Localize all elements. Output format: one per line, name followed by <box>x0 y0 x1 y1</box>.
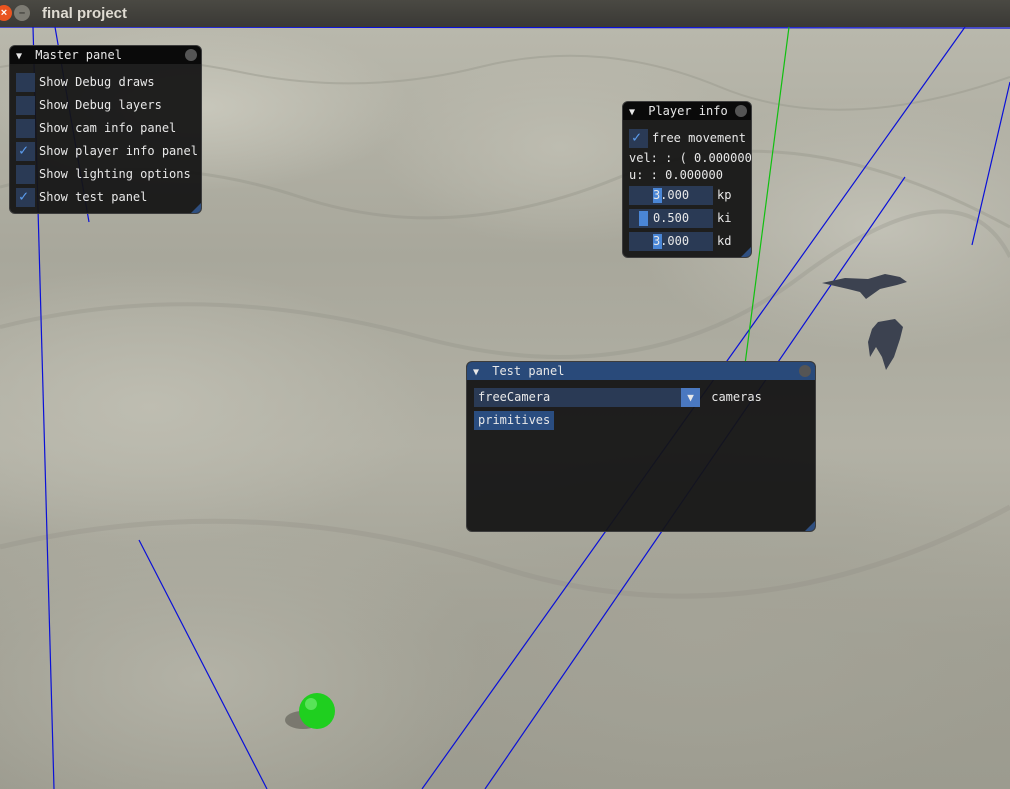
test-panel-titlebar[interactable]: ▼ Test panel <box>467 362 815 380</box>
slider-value: 3.000 <box>652 188 690 202</box>
close-icon[interactable] <box>735 105 747 117</box>
checkmark-icon: ✓ <box>19 187 29 205</box>
sphere-object <box>299 693 335 729</box>
triangle-down-icon[interactable]: ▼ <box>473 364 485 382</box>
resize-grip[interactable] <box>805 521 815 531</box>
ki-slider[interactable]: 0.500 <box>629 209 713 228</box>
kp-row: 3.000 kp <box>629 186 731 205</box>
checkbox-label: free movement <box>652 131 746 145</box>
debug-line <box>971 81 1010 246</box>
close-icon[interactable] <box>185 49 197 61</box>
test-panel-title: Test panel <box>492 364 565 378</box>
checkbox-box[interactable]: ✓ <box>629 128 648 148</box>
triangle-down-icon[interactable]: ▼ <box>681 388 700 407</box>
checkbox-box[interactable]: ✓ <box>16 141 35 161</box>
master-panel: ▼ Master panel Show Debug draws Show Deb… <box>9 45 202 214</box>
kd-label: kd <box>717 234 732 248</box>
checkmark-icon: ✓ <box>632 128 642 146</box>
primitives-button[interactable]: primitives <box>474 411 555 430</box>
checkbox-show-player-info[interactable]: ✓ Show player info panel <box>16 141 198 161</box>
checkmark-icon: ✓ <box>19 141 29 159</box>
primitives-row: primitives <box>474 411 555 430</box>
kd-slider[interactable]: 3.000 <box>629 232 713 251</box>
resize-grip[interactable] <box>191 203 201 213</box>
kp-slider[interactable]: 3.000 <box>629 186 713 205</box>
checkbox-box[interactable] <box>16 119 35 138</box>
ki-label: ki <box>717 211 732 225</box>
checkbox-label: Show lighting options <box>39 167 191 181</box>
checkbox-show-debug-layers[interactable]: Show Debug layers <box>16 96 162 115</box>
close-icon[interactable]: × <box>0 5 12 21</box>
checkbox-box[interactable] <box>16 73 35 92</box>
triangle-down-icon[interactable]: ▼ <box>16 48 28 66</box>
checkbox-free-movement[interactable]: ✓ free movement <box>629 128 746 148</box>
debug-line <box>0 27 1010 29</box>
checkbox-show-debug-draws[interactable]: Show Debug draws <box>16 73 155 92</box>
checkbox-show-lighting[interactable]: Show lighting options <box>16 165 191 184</box>
combo-label: cameras <box>711 390 762 404</box>
checkbox-label: Show test panel <box>39 190 148 204</box>
slider-value: 0.500 <box>652 211 690 225</box>
test-panel: ▼ Test panel freeCamera ▼ cameras primiti… <box>466 361 816 532</box>
creature-model <box>822 274 907 370</box>
checkbox-box[interactable]: ✓ <box>16 187 35 207</box>
master-panel-title: Master panel <box>35 48 122 62</box>
ki-row: 0.500 ki <box>629 209 731 228</box>
checkbox-label: Show Debug draws <box>39 75 155 89</box>
checkbox-show-test-panel[interactable]: ✓ Show test panel <box>16 187 148 207</box>
debug-line <box>138 539 268 789</box>
resize-grip[interactable] <box>741 247 751 257</box>
checkbox-box[interactable] <box>16 96 35 115</box>
checkbox-label: Show Debug layers <box>39 98 162 112</box>
slider-grab[interactable] <box>639 211 648 226</box>
window-titlebar: × – final project <box>0 0 1010 27</box>
minimize-icon[interactable]: – <box>14 5 30 21</box>
window-title: final project <box>42 5 128 22</box>
combo-value: freeCamera <box>478 390 551 404</box>
checkbox-show-cam-info[interactable]: Show cam info panel <box>16 119 176 138</box>
checkbox-label: Show player info panel <box>39 144 198 158</box>
checkbox-box[interactable] <box>16 165 35 184</box>
checkbox-label: Show cam info panel <box>39 121 177 135</box>
player-info-titlebar[interactable]: ▼ Player info <box>623 102 751 120</box>
triangle-down-icon[interactable]: ▼ <box>629 104 641 122</box>
camera-combo-row: freeCamera ▼ cameras <box>474 388 762 407</box>
kp-label: kp <box>717 188 732 202</box>
player-info-panel: ▼ Player info ✓ free movement vel: : ( 0.… <box>622 101 752 258</box>
player-info-title: Player info <box>648 104 728 118</box>
camera-combo[interactable]: freeCamera ▼ <box>474 388 700 407</box>
close-icon[interactable] <box>799 365 811 377</box>
kd-row: 3.000 kd <box>629 232 731 251</box>
u-text: u: : 0.000000 <box>629 168 723 182</box>
master-panel-titlebar[interactable]: ▼ Master panel <box>10 46 201 64</box>
slider-value: 3.000 <box>652 234 690 248</box>
